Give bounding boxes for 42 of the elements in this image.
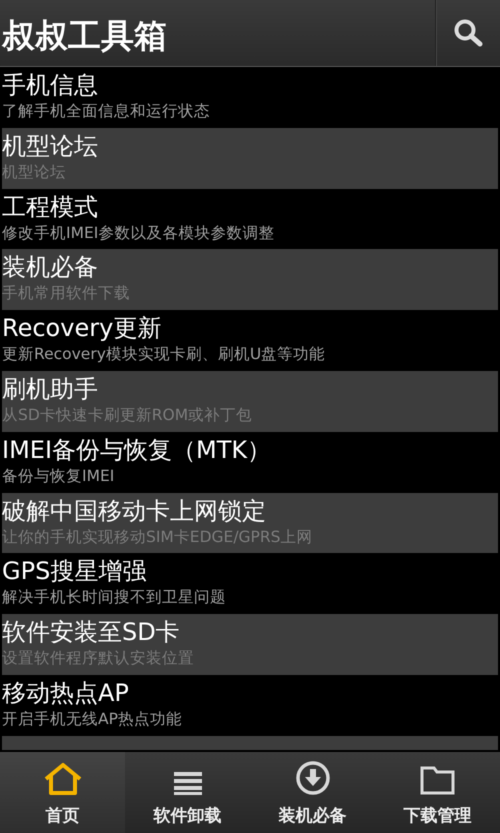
list-item[interactable]: 机型论坛 机型论坛 [2,128,498,189]
item-subtitle: 手机常用软件下载 [2,283,130,304]
item-title: 装机必备 [2,252,98,282]
item-subtitle: 修改手机IMEI参数以及各模块参数调整 [2,222,274,244]
menu-icon [172,770,202,796]
list-item[interactable]: 破解中国移动卡上网锁定 让你的手机实现移动SIM卡EDGE/GPRS上网 [2,492,498,554]
app-title: 叔叔工具箱 [0,14,168,56]
list-item[interactable]: 工程模式 修改手机IMEI参数以及各模块参数调整 [0,188,500,250]
nav-label: 装机必备 [278,805,346,827]
item-subtitle: 机型论坛 [2,162,66,183]
item-title: IMEI备份与恢复（MTK） [2,434,272,465]
download-icon [294,760,330,796]
list-item[interactable]: 刷机助手 从SD卡快速卡刷更新ROM或补丁包 [2,370,498,432]
nav-label: 软件卸载 [154,805,222,827]
nav-tab[interactable]: 软件卸载 [125,752,250,833]
home-icon [42,762,82,796]
nav-tab[interactable]: 下载管理 [375,752,500,833]
item-subtitle: 设置软件程序默认安装位置 [2,648,194,670]
item-subtitle: 备份与恢复IMEI [2,466,114,487]
list-item[interactable]: 软件安装至SD卡 设置软件程序默认安装位置 [2,614,498,675]
folder-icon [420,764,456,796]
list-item[interactable]: 装机必备 手机常用软件下载 [2,249,498,310]
item-title: 手机信息 [2,70,98,100]
nav-label: 首页 [46,805,80,827]
item-title: GPS搜星增强 [2,556,146,586]
item-subtitle: 从SD卡快速卡刷更新ROM或补丁包 [2,404,252,426]
item-subtitle: 更新Recovery模块实现卡刷、刷机U盘等功能 [2,344,326,366]
item-title: 刷机助手 [2,374,98,404]
item-title: 软件安装至SD卡 [2,617,180,648]
item-subtitle: 让你的手机实现移动SIM卡EDGE/GPRS上网 [2,526,313,548]
item-subtitle: 开启手机无线AP热点功能 [2,708,182,730]
item-title: 机型论坛 [2,130,98,161]
item-title: 破解中国移动卡上网锁定 [2,496,266,526]
nav-label: 下载管理 [404,805,472,827]
item-subtitle: 解决手机长时间搜不到卫星问题 [2,587,226,608]
item-title: 移动热点AP [2,678,129,708]
nav-tab[interactable]: 首页 [0,752,125,833]
search-icon [452,17,484,49]
item-subtitle: 了解手机全面信息和运行状态 [2,101,210,122]
item-title: Recovery更新 [2,313,162,344]
nav-tab[interactable]: 装机必备 [250,752,375,833]
item-title: 工程模式 [2,192,98,222]
